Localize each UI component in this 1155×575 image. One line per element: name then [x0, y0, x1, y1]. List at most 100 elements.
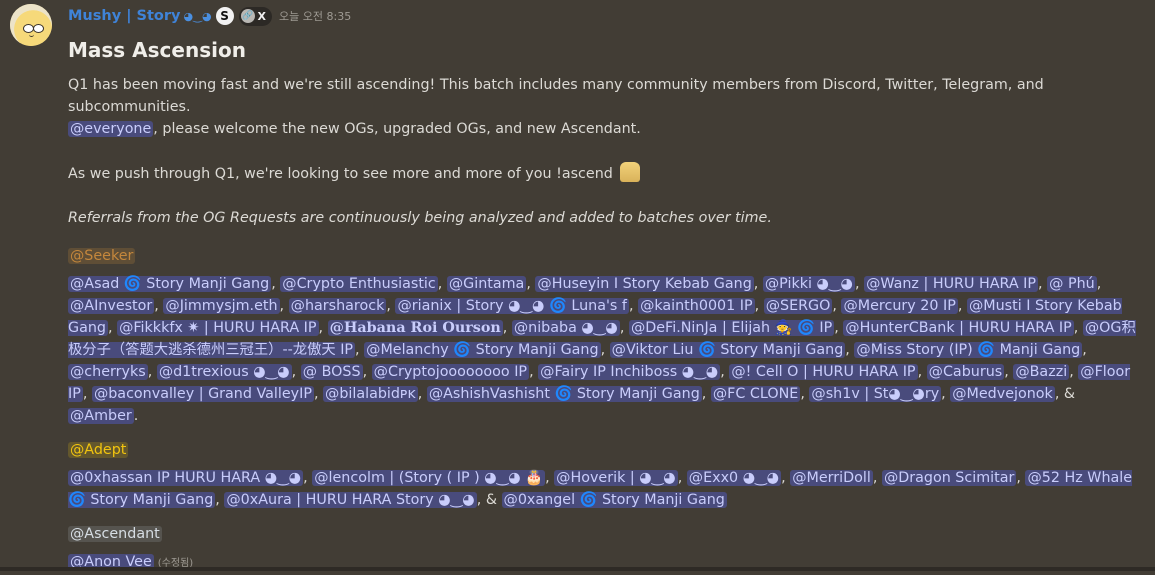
list-separator: ,	[957, 298, 967, 314]
user-mention[interactable]: @Crypto Enthusiastic	[280, 276, 438, 292]
user-mention[interactable]: @Cryptojoooooooo IP	[371, 364, 530, 380]
list-separator: ,	[628, 298, 639, 314]
user-mention[interactable]: @sh1v | St◕‿◕ry	[809, 386, 942, 402]
ascend-emoji-icon	[620, 162, 641, 182]
list-separator: ,	[781, 470, 791, 486]
server-tag[interactable]: 🔗 X	[238, 6, 273, 26]
user-mention[interactable]: @Bazzi	[1013, 364, 1070, 380]
message-header: Mushy | Story ◕‿◕ S 🔗 X 오늘 오전 8:35	[68, 6, 351, 26]
user-mention[interactable]: @ BOSS	[300, 364, 363, 380]
user-mention[interactable]: @kainth0001 IP	[638, 298, 755, 314]
list-separator: ,	[355, 342, 365, 358]
user-mention[interactable]: @AshishVashisht 🌀 Story Manji Gang	[426, 386, 702, 402]
list-separator: ,	[313, 386, 324, 402]
server-badge-icon[interactable]: S	[215, 7, 234, 25]
user-mention[interactable]: @Exx0 ◕‿◕	[686, 470, 782, 486]
user-mention[interactable]: @Fairy IP Inchiboss ◕‿◕	[538, 364, 721, 380]
user-mention[interactable]: @Jimmysjm.eth	[163, 298, 280, 314]
list-separator: ,	[362, 364, 372, 380]
user-mention[interactable]: @Huseyin I Story Kebab Gang	[535, 276, 754, 292]
user-mention[interactable]: @Miss Story (IP) 🌀 Manji Gang	[854, 342, 1083, 358]
user-mention[interactable]: @Dragon Scimitar	[881, 470, 1017, 486]
user-mention[interactable]: @d1trexious ◕‿◕	[156, 364, 292, 380]
list-separator: ,	[529, 364, 539, 380]
author-avatar[interactable]	[10, 4, 52, 46]
author-name[interactable]: Mushy | Story	[68, 8, 181, 24]
user-mention[interactable]: @0xAura | HURU HARA Story ◕‿◕	[224, 492, 477, 508]
role-mention-seeker[interactable]: @Seeker	[68, 248, 136, 264]
user-mention[interactable]: @Wanz | HURU HARA IP	[864, 276, 1039, 292]
list-separator: ,	[1096, 276, 1102, 292]
message-title: Mass Ascension	[68, 38, 246, 62]
author-name-emoji: ◕‿◕	[183, 9, 212, 23]
user-mention[interactable]: @baconvalley | Grand ValleyIP	[91, 386, 314, 402]
list-separator: ,	[107, 320, 118, 336]
list-separator: ,	[215, 492, 225, 508]
list-separator: ,	[1038, 276, 1048, 292]
user-mention[interactable]: @MerriDoll	[790, 470, 873, 486]
list-separator: ,	[677, 470, 687, 486]
user-mention[interactable]: @Asad 🌀 Story Manji Gang	[68, 276, 272, 292]
avatar-eye-right	[33, 24, 44, 33]
list-separator: ,	[701, 386, 711, 402]
role-mention-adept[interactable]: @Adept	[68, 442, 129, 458]
user-mention[interactable]: @Medvejonok	[950, 386, 1055, 402]
list-separator: ,	[1069, 364, 1079, 380]
user-mention[interactable]: @Melanchy 🌀 Story Manji Gang	[364, 342, 601, 358]
referrals-line: Referrals from the OG Requests are conti…	[68, 210, 772, 226]
push-line: As we push through Q1, we're looking to …	[68, 166, 613, 182]
adept-member-list: @0xhassan IP HURU HARA ◕‿◕, @lencolm | (…	[68, 467, 1148, 511]
user-mention[interactable]: @FC CLONE	[710, 386, 801, 402]
user-mention[interactable]: @ Phú	[1047, 276, 1097, 292]
list-separator: ,	[600, 342, 610, 358]
everyone-mention[interactable]: @everyone	[68, 121, 154, 137]
role-mention-ascendant[interactable]: @Ascendant	[68, 526, 162, 542]
user-mention[interactable]: @AInvestor	[68, 298, 155, 314]
user-mention[interactable]: @HunterCBank | HURU HARA IP	[843, 320, 1074, 336]
user-mention[interactable]: @0xangel 🌀 Story Manji Gang	[501, 492, 727, 508]
user-mention[interactable]: @bilalabidᴘᴋ	[323, 386, 418, 402]
server-tag-text: X	[257, 9, 267, 23]
list-separator: ,	[147, 364, 157, 380]
list-separator: ,	[545, 470, 555, 486]
list-separator: ,	[318, 320, 328, 336]
list-separator: ,	[1004, 364, 1014, 380]
user-mention[interactable]: @harsharock	[288, 298, 387, 314]
list-separator: , &	[476, 492, 502, 508]
intro-line-2: , please welcome the new OGs, upgraded O…	[153, 121, 641, 137]
list-separator: ,	[291, 364, 301, 380]
ascendant-member-list: @Anon Vee (수정됨)	[68, 551, 1148, 575]
user-mention[interactable]: @0xhassan IP HURU HARA ◕‿◕	[68, 470, 304, 486]
user-mention[interactable]: @DeFi.NinJa | Elijah 🧙 🌀 IP	[628, 320, 835, 336]
user-mention[interactable]: @rianix | Story ◕‿◕ 🌀 Luna's f	[395, 298, 629, 314]
user-mention[interactable]: @Pikki ◕‿◕	[762, 276, 855, 292]
user-mention[interactable]: @Amber	[68, 408, 134, 424]
seeker-role-heading: @Seeker	[68, 245, 1148, 267]
list-separator: .	[133, 408, 139, 424]
user-mention[interactable]: @Caburus	[926, 364, 1005, 380]
link-icon: 🔗	[240, 9, 255, 23]
list-separator: ,	[502, 320, 512, 336]
user-mention[interactable]: @lencolm | (Story ( IP ) ◕‿◕ 🎂	[312, 470, 546, 486]
user-mention[interactable]: @SERGO	[763, 298, 833, 314]
user-mention[interactable]: @Viktor Liu 🌀 Story Manji Gang	[609, 342, 846, 358]
user-mention[interactable]: @! Cell O | HURU HARA IP	[729, 364, 918, 380]
user-mention[interactable]: @cherryks	[68, 364, 148, 380]
user-mention[interactable]: @Gintama	[446, 276, 527, 292]
list-separator: ,	[1073, 320, 1083, 336]
user-mention[interactable]: @Habana Roi Ourson	[327, 320, 503, 336]
list-separator: ,	[720, 364, 730, 380]
list-separator: ,	[82, 386, 92, 402]
push-paragraph: As we push through Q1, we're looking to …	[68, 162, 1148, 185]
message-composer-edge	[0, 567, 1155, 571]
user-mention[interactable]: @Hoverik | ◕‿◕	[554, 470, 678, 486]
user-mention[interactable]: @Fikkkfx ✷ | HURU HARA IP	[117, 320, 319, 336]
user-mention[interactable]: @Mercury 20 IP	[841, 298, 958, 314]
message-timestamp[interactable]: 오늘 오전 8:35	[279, 8, 351, 24]
list-separator: ,	[303, 470, 313, 486]
list-separator: ,	[872, 470, 882, 486]
user-mention[interactable]: @nibaba ◕‿◕	[511, 320, 620, 336]
list-separator: ,	[437, 276, 447, 292]
referrals-paragraph: Referrals from the OG Requests are conti…	[68, 207, 1148, 229]
